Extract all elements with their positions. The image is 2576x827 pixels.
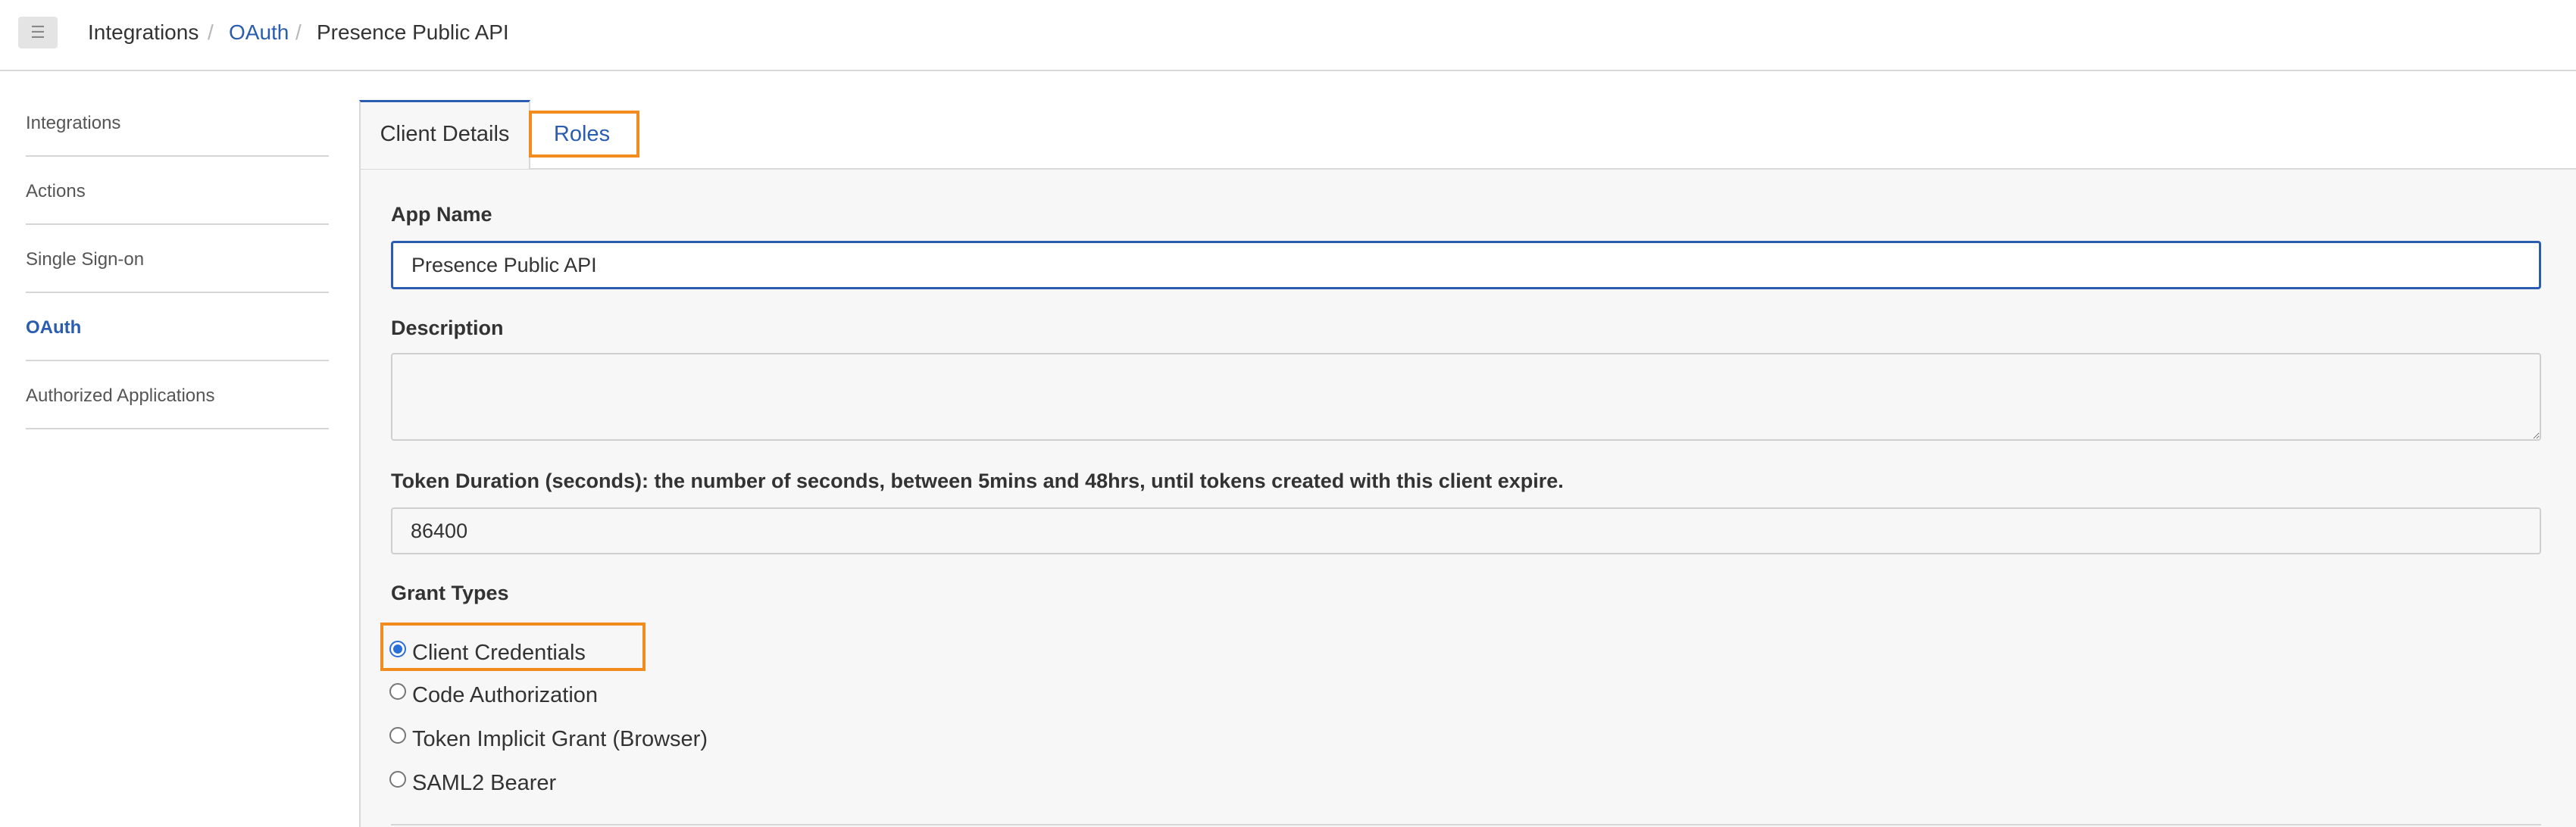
breadcrumb-integrations[interactable]: Integrations	[88, 20, 199, 45]
form-bottom-divider	[391, 824, 2541, 825]
grant-type-saml2-bearer[interactable]: SAML2 Bearer	[389, 766, 556, 800]
radio-button[interactable]	[389, 727, 406, 744]
breadcrumb-separator: /	[208, 20, 214, 44]
sidebar-item-actions[interactable]: Actions	[26, 157, 329, 225]
client-credentials-highlight	[380, 623, 646, 671]
description-textarea[interactable]	[391, 353, 2541, 441]
sidebar-item-label: OAuth	[26, 317, 82, 338]
breadcrumb-separator: /	[295, 20, 302, 44]
token-duration-input[interactable]	[391, 507, 2541, 554]
breadcrumb-oauth[interactable]: OAuth	[229, 20, 289, 45]
radio-button[interactable]	[389, 771, 406, 788]
radio-button[interactable]	[389, 683, 406, 700]
sidebar-item-label: Actions	[26, 181, 86, 201]
grant-type-code-authorization[interactable]: Code Authorization	[389, 679, 598, 712]
sidebar-item-oauth[interactable]: OAuth	[26, 293, 329, 361]
breadcrumb-current-page: Presence Public API	[317, 20, 509, 44]
token-duration-label: Token Duration (seconds): the number of …	[391, 470, 1564, 492]
sidebar-item-single-sign-on[interactable]: Single Sign-on	[26, 225, 329, 293]
sidebar-item-label: Single Sign-on	[26, 249, 145, 270]
roles-tab-highlight	[529, 111, 639, 158]
app-name-label: App Name	[391, 203, 492, 226]
top-bar: ☰ Integrations / OAuth / Presence Public…	[0, 0, 2576, 71]
app-name-input[interactable]	[391, 241, 2541, 289]
grant-type-token-implicit-grant[interactable]: Token Implicit Grant (Browser)	[389, 722, 708, 756]
sidebar-item-authorized-applications[interactable]: Authorized Applications	[26, 361, 329, 429]
grant-type-label: SAML2 Bearer	[412, 770, 557, 795]
sidebar-item-label: Integrations	[26, 113, 121, 133]
description-label: Description	[391, 317, 504, 339]
tab-client-details[interactable]: Client Details	[359, 100, 530, 169]
grant-type-label: Token Implicit Grant (Browser)	[412, 726, 708, 751]
sidebar-item-integrations[interactable]: Integrations	[26, 89, 329, 157]
tab-strip: Client Details Roles	[359, 100, 2576, 170]
hamburger-menu-icon[interactable]: ☰	[18, 17, 58, 48]
grant-types-label: Grant Types	[391, 582, 509, 604]
grant-type-label: Code Authorization	[412, 682, 599, 707]
sidebar-item-label: Authorized Applications	[26, 385, 215, 406]
